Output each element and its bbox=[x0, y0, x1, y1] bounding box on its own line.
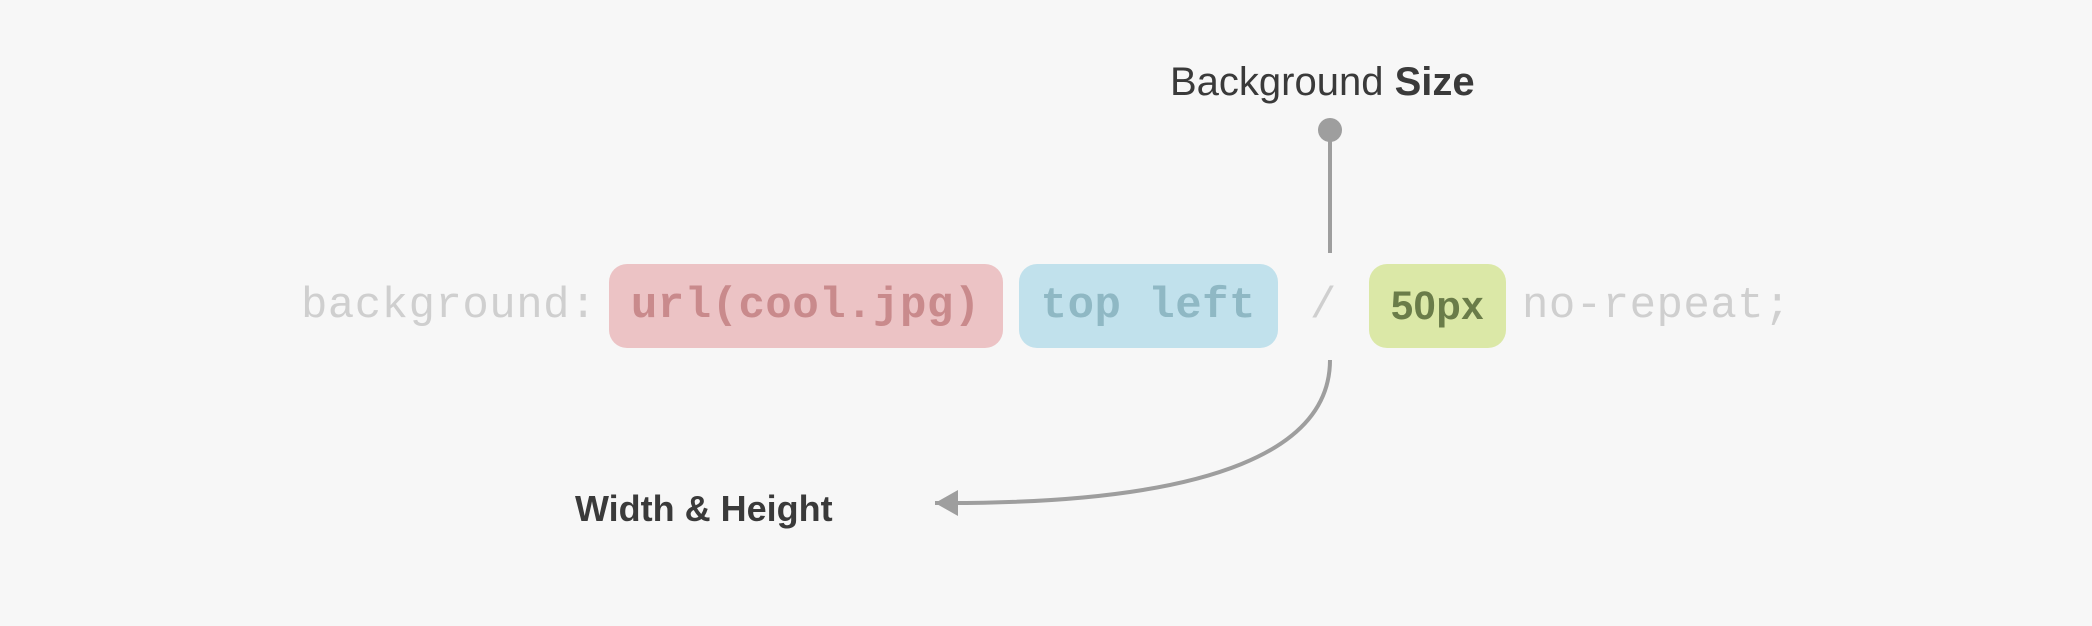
css-value-url: url(cool.jpg) bbox=[609, 264, 1003, 348]
callout-label-background-size: Background Size bbox=[1170, 60, 1475, 105]
css-value-position: top left bbox=[1019, 264, 1278, 348]
connector-curve-bottom bbox=[935, 360, 1330, 503]
callout-label-bold: Size bbox=[1395, 60, 1475, 104]
css-declaration: background: url(cool.jpg) top left / 50p… bbox=[0, 256, 2092, 356]
arrowhead-icon bbox=[935, 490, 958, 516]
css-property: background: bbox=[279, 264, 601, 348]
callout-label-width-height: Width & Height bbox=[575, 488, 833, 530]
css-value-size: 50px bbox=[1369, 264, 1506, 348]
callout-label-prefix: Background bbox=[1170, 60, 1395, 104]
css-slash: / bbox=[1288, 264, 1359, 348]
css-value-repeat: no-repeat; bbox=[1514, 264, 1813, 348]
connector-dot-icon bbox=[1318, 118, 1342, 142]
